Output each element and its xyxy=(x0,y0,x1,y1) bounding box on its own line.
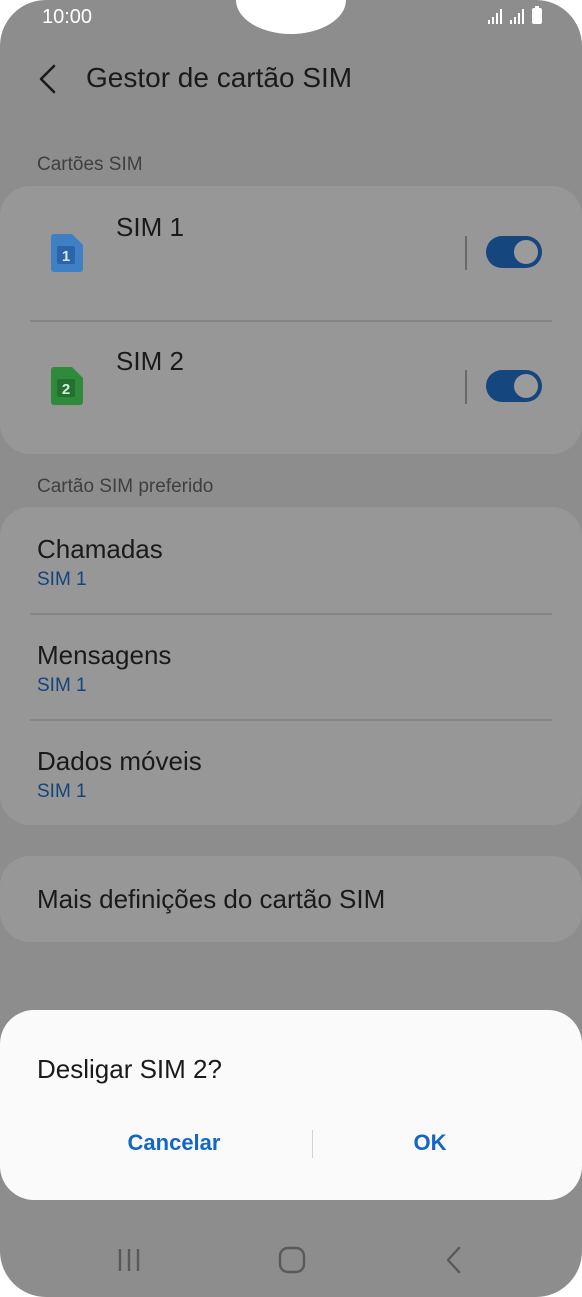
sim-row-2[interactable]: 2 SIM 2 xyxy=(0,320,582,454)
pref-item-value: SIM 1 xyxy=(37,569,87,590)
sim-2-toggle[interactable] xyxy=(486,370,542,402)
sim-row-1[interactable]: 1 SIM 1 xyxy=(0,186,582,320)
page-title: Gestor de cartão SIM xyxy=(86,62,353,93)
toggle-knob xyxy=(511,371,541,401)
sim-name: SIM 1 xyxy=(116,212,184,242)
section-label-sim-cards: Cartões SIM xyxy=(37,154,143,175)
divider xyxy=(465,236,467,270)
pref-item-messages[interactable]: Mensagens SIM 1 xyxy=(0,613,582,719)
sim-card-icon: 2 xyxy=(51,367,83,405)
signal-icon xyxy=(488,8,504,24)
phone-screen: 10:00 Gestor de cartão SIM Cartões SIM 1… xyxy=(0,0,582,1297)
cancel-button[interactable]: Cancelar xyxy=(34,1118,314,1168)
ok-button[interactable]: OK xyxy=(314,1118,546,1168)
status-icons xyxy=(488,6,542,24)
divider xyxy=(465,370,467,404)
status-time: 10:00 xyxy=(42,6,93,28)
sim-1-toggle[interactable] xyxy=(486,236,542,268)
chevron-left-icon[interactable] xyxy=(36,64,62,94)
pref-item-calls[interactable]: Chamadas SIM 1 xyxy=(0,507,582,613)
sim-card-icon: 1 xyxy=(51,234,83,272)
pref-item-value: SIM 1 xyxy=(37,675,87,696)
more-sim-settings-label: Mais definições do cartão SIM xyxy=(37,884,386,914)
dialog-title: Desligar SIM 2? xyxy=(37,1054,222,1084)
sim-icon-number: 2 xyxy=(62,381,70,398)
dialog-button-separator xyxy=(312,1130,313,1158)
sim-cards-card: 1 SIM 1 2 SIM 2 xyxy=(0,186,582,454)
navigation-bar xyxy=(0,1230,582,1290)
camera-notch xyxy=(236,0,346,34)
app-bar: Gestor de cartão SIM xyxy=(0,52,582,108)
sim-icon-number: 1 xyxy=(62,248,70,265)
preferred-sim-card: Chamadas SIM 1 Mensagens SIM 1 Dados móv… xyxy=(0,507,582,825)
pref-item-value: SIM 1 xyxy=(37,781,87,802)
pref-item-title: Dados móveis xyxy=(37,746,202,776)
nav-back-icon xyxy=(446,1246,461,1274)
signal-icon xyxy=(510,8,526,24)
confirm-dialog: Desligar SIM 2? Cancelar OK xyxy=(0,1010,582,1200)
more-sim-settings-item[interactable]: Mais definições do cartão SIM xyxy=(0,856,582,942)
pref-item-title: Chamadas xyxy=(37,534,163,564)
pref-item-title: Mensagens xyxy=(37,640,172,670)
section-label-preferred-sim: Cartão SIM preferido xyxy=(37,476,214,497)
nav-back-button[interactable] xyxy=(415,1230,495,1290)
toggle-knob xyxy=(511,237,541,267)
battery-icon xyxy=(532,6,542,24)
home-icon xyxy=(278,1246,306,1274)
home-button[interactable] xyxy=(252,1230,332,1290)
recents-button[interactable] xyxy=(89,1230,169,1290)
recents-icon xyxy=(118,1249,140,1271)
sim-name: SIM 2 xyxy=(116,346,184,376)
pref-item-mobile-data[interactable]: Dados móveis SIM 1 xyxy=(0,719,582,825)
